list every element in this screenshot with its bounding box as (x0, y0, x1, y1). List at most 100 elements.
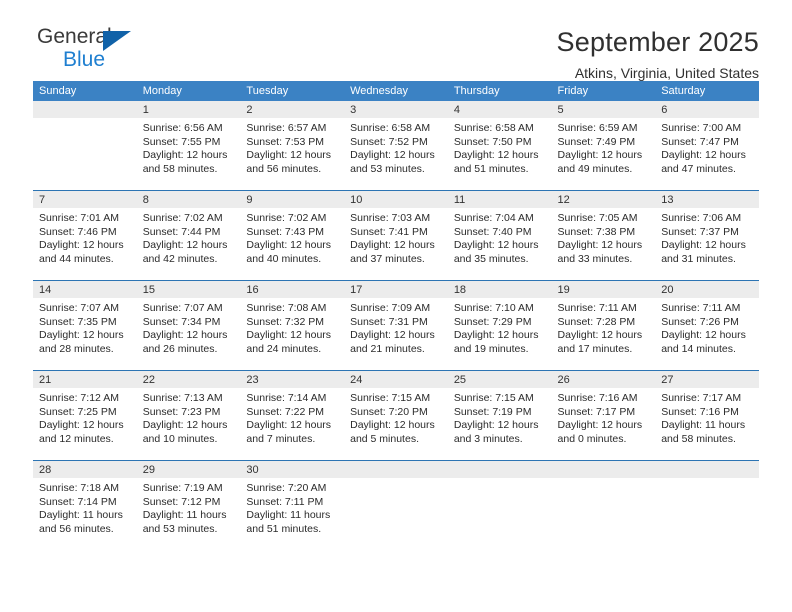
day-details: Sunrise: 6:56 AM Sunset: 7:55 PM Dayligh… (137, 118, 241, 176)
daylight-text-line2: and 56 minutes. (39, 522, 114, 535)
day-cell[interactable]: 11 Sunrise: 7:04 AM Sunset: 7:40 PM Dayl… (447, 190, 552, 281)
daylight-text-line1: Daylight: 11 hours (142, 509, 227, 521)
day-number: 23 (240, 371, 345, 388)
day-cell[interactable]: 10 Sunrise: 7:03 AM Sunset: 7:41 PM Dayl… (344, 190, 448, 281)
calendar-week-row: 28 Sunrise: 7:18 AM Sunset: 7:14 PM Dayl… (33, 460, 759, 550)
day-cell[interactable]: 16 Sunrise: 7:08 AM Sunset: 7:32 PM Dayl… (240, 280, 345, 371)
day-cell[interactable]: 7 Sunrise: 7:01 AM Sunset: 7:46 PM Dayli… (33, 190, 137, 281)
weekday-header-sunday: Sunday (33, 81, 137, 101)
sunrise-text: Sunrise: 7:01 AM (39, 212, 119, 224)
day-cell[interactable]: 12 Sunrise: 7:05 AM Sunset: 7:38 PM Dayl… (551, 190, 656, 281)
day-cell[interactable]: 14 Sunrise: 7:07 AM Sunset: 7:35 PM Dayl… (33, 280, 137, 371)
day-number: 13 (655, 191, 759, 208)
sunset-text: Sunset: 7:19 PM (453, 405, 532, 418)
day-cell[interactable]: 18 Sunrise: 7:10 AM Sunset: 7:29 PM Dayl… (447, 280, 552, 371)
daylight-text-line1: Daylight: 12 hours (453, 419, 539, 431)
day-cell[interactable]: 8 Sunrise: 7:02 AM Sunset: 7:44 PM Dayli… (136, 190, 241, 281)
sunset-text: Sunset: 7:23 PM (142, 405, 221, 418)
day-cell-empty (344, 460, 448, 550)
day-cell[interactable]: 6 Sunrise: 7:00 AM Sunset: 7:47 PM Dayli… (655, 101, 759, 191)
day-details: Sunrise: 6:59 AM Sunset: 7:49 PM Dayligh… (552, 118, 656, 176)
sunrise-text: Sunrise: 7:05 AM (557, 212, 638, 224)
day-cell[interactable]: 5 Sunrise: 6:59 AM Sunset: 7:49 PM Dayli… (551, 101, 656, 191)
sunset-text: Sunset: 7:55 PM (142, 135, 221, 148)
sunrise-text: Sunrise: 7:12 AM (39, 392, 119, 404)
day-details: Sunrise: 7:20 AM Sunset: 7:11 PM Dayligh… (240, 478, 344, 536)
daylight-text-line1: Daylight: 12 hours (142, 149, 228, 161)
day-details: Sunrise: 7:15 AM Sunset: 7:19 PM Dayligh… (448, 388, 552, 446)
sunset-text: Sunset: 7:37 PM (661, 225, 739, 238)
sunrise-text: Sunrise: 7:18 AM (39, 482, 119, 494)
sunset-text: Sunset: 7:12 PM (142, 495, 221, 508)
daylight-text-line1: Daylight: 12 hours (142, 419, 228, 431)
day-details (344, 478, 448, 482)
sunset-text: Sunset: 7:22 PM (246, 405, 325, 418)
day-cell-empty (655, 460, 759, 550)
day-cell[interactable]: 19 Sunrise: 7:11 AM Sunset: 7:28 PM Dayl… (551, 280, 656, 371)
weekday-header-tuesday: Tuesday (240, 81, 345, 101)
day-number: 2 (240, 101, 345, 118)
day-number: 4 (447, 101, 552, 118)
day-cell[interactable]: 20 Sunrise: 7:11 AM Sunset: 7:26 PM Dayl… (655, 280, 759, 371)
daylight-text-line1: Daylight: 11 hours (39, 509, 123, 521)
day-cell[interactable]: 21 Sunrise: 7:12 AM Sunset: 7:25 PM Dayl… (33, 370, 137, 461)
day-details: Sunrise: 7:01 AM Sunset: 7:46 PM Dayligh… (33, 208, 137, 266)
day-cell[interactable]: 3 Sunrise: 6:58 AM Sunset: 7:52 PM Dayli… (344, 101, 448, 191)
logo-text-blue: Blue (63, 48, 106, 71)
day-cell-empty (551, 460, 656, 550)
daylight-text-line2: and 51 minutes. (246, 522, 322, 535)
day-details: Sunrise: 7:18 AM Sunset: 7:14 PM Dayligh… (33, 478, 137, 536)
day-cell[interactable]: 26 Sunrise: 7:16 AM Sunset: 7:17 PM Dayl… (551, 370, 656, 461)
day-details: Sunrise: 6:57 AM Sunset: 7:53 PM Dayligh… (240, 118, 344, 176)
day-cell[interactable]: 2 Sunrise: 6:57 AM Sunset: 7:53 PM Dayli… (240, 101, 345, 191)
generalblue-logo[interactable]: General Blue (33, 26, 157, 82)
sunrise-text: Sunrise: 7:08 AM (246, 302, 327, 314)
sunset-text: Sunset: 7:16 PM (661, 405, 739, 418)
daylight-text-line1: Daylight: 12 hours (557, 149, 643, 161)
day-number: 30 (240, 461, 345, 478)
day-details: Sunrise: 7:11 AM Sunset: 7:26 PM Dayligh… (655, 298, 759, 356)
day-cell[interactable]: 4 Sunrise: 6:58 AM Sunset: 7:50 PM Dayli… (447, 101, 552, 191)
day-details: Sunrise: 7:14 AM Sunset: 7:22 PM Dayligh… (240, 388, 344, 446)
day-details: Sunrise: 7:07 AM Sunset: 7:35 PM Dayligh… (33, 298, 137, 356)
day-cell[interactable]: 9 Sunrise: 7:02 AM Sunset: 7:43 PM Dayli… (240, 190, 345, 281)
day-cell[interactable]: 29 Sunrise: 7:19 AM Sunset: 7:12 PM Dayl… (136, 460, 241, 550)
calendar-header-row: Sunday Monday Tuesday Wednesday Thursday… (33, 81, 759, 101)
sunrise-text: Sunrise: 7:06 AM (661, 212, 742, 224)
daylight-text-line1: Daylight: 12 hours (453, 239, 539, 251)
day-details: Sunrise: 7:11 AM Sunset: 7:28 PM Dayligh… (552, 298, 656, 356)
sunrise-text: Sunrise: 6:56 AM (142, 122, 223, 134)
daylight-text-line1: Daylight: 12 hours (350, 329, 435, 341)
day-number: 21 (33, 371, 137, 388)
day-details: Sunrise: 7:16 AM Sunset: 7:17 PM Dayligh… (552, 388, 656, 446)
day-details: Sunrise: 7:10 AM Sunset: 7:29 PM Dayligh… (448, 298, 552, 356)
day-cell[interactable]: 13 Sunrise: 7:06 AM Sunset: 7:37 PM Dayl… (655, 190, 759, 281)
page-subtitle-location: Atkins, Virginia, United States (574, 65, 759, 81)
day-cell[interactable]: 15 Sunrise: 7:07 AM Sunset: 7:34 PM Dayl… (136, 280, 241, 371)
day-details: Sunrise: 7:12 AM Sunset: 7:25 PM Dayligh… (33, 388, 137, 446)
day-cell[interactable]: 22 Sunrise: 7:13 AM Sunset: 7:23 PM Dayl… (136, 370, 241, 461)
sunrise-text: Sunrise: 7:09 AM (350, 302, 431, 314)
day-cell[interactable]: 24 Sunrise: 7:15 AM Sunset: 7:20 PM Dayl… (344, 370, 448, 461)
day-cell[interactable]: 17 Sunrise: 7:09 AM Sunset: 7:31 PM Dayl… (344, 280, 448, 371)
weekday-header-thursday: Thursday (447, 81, 552, 101)
day-number: 28 (33, 461, 137, 478)
sunset-text: Sunset: 7:11 PM (246, 495, 324, 508)
day-cell[interactable]: 25 Sunrise: 7:15 AM Sunset: 7:19 PM Dayl… (447, 370, 552, 461)
sunrise-text: Sunrise: 7:19 AM (142, 482, 223, 494)
daylight-text-line2: and 51 minutes. (453, 162, 529, 175)
daylight-text-line1: Daylight: 12 hours (557, 329, 643, 341)
daylight-text-line1: Daylight: 11 hours (246, 509, 331, 521)
day-cell[interactable]: 28 Sunrise: 7:18 AM Sunset: 7:14 PM Dayl… (33, 460, 137, 550)
day-cell[interactable]: 27 Sunrise: 7:17 AM Sunset: 7:16 PM Dayl… (655, 370, 759, 461)
day-number: 22 (136, 371, 241, 388)
daylight-text-line2: and 0 minutes. (557, 432, 627, 445)
day-cell[interactable]: 23 Sunrise: 7:14 AM Sunset: 7:22 PM Dayl… (240, 370, 345, 461)
daylight-text-line2: and 28 minutes. (39, 342, 114, 355)
day-cell[interactable]: 1 Sunrise: 6:56 AM Sunset: 7:55 PM Dayli… (136, 101, 241, 191)
day-cell[interactable]: 30 Sunrise: 7:20 AM Sunset: 7:11 PM Dayl… (240, 460, 345, 550)
day-cell[interactable] (33, 101, 137, 191)
logo-text-general: General (37, 25, 112, 48)
day-number: 11 (447, 191, 552, 208)
day-number: 10 (344, 191, 448, 208)
